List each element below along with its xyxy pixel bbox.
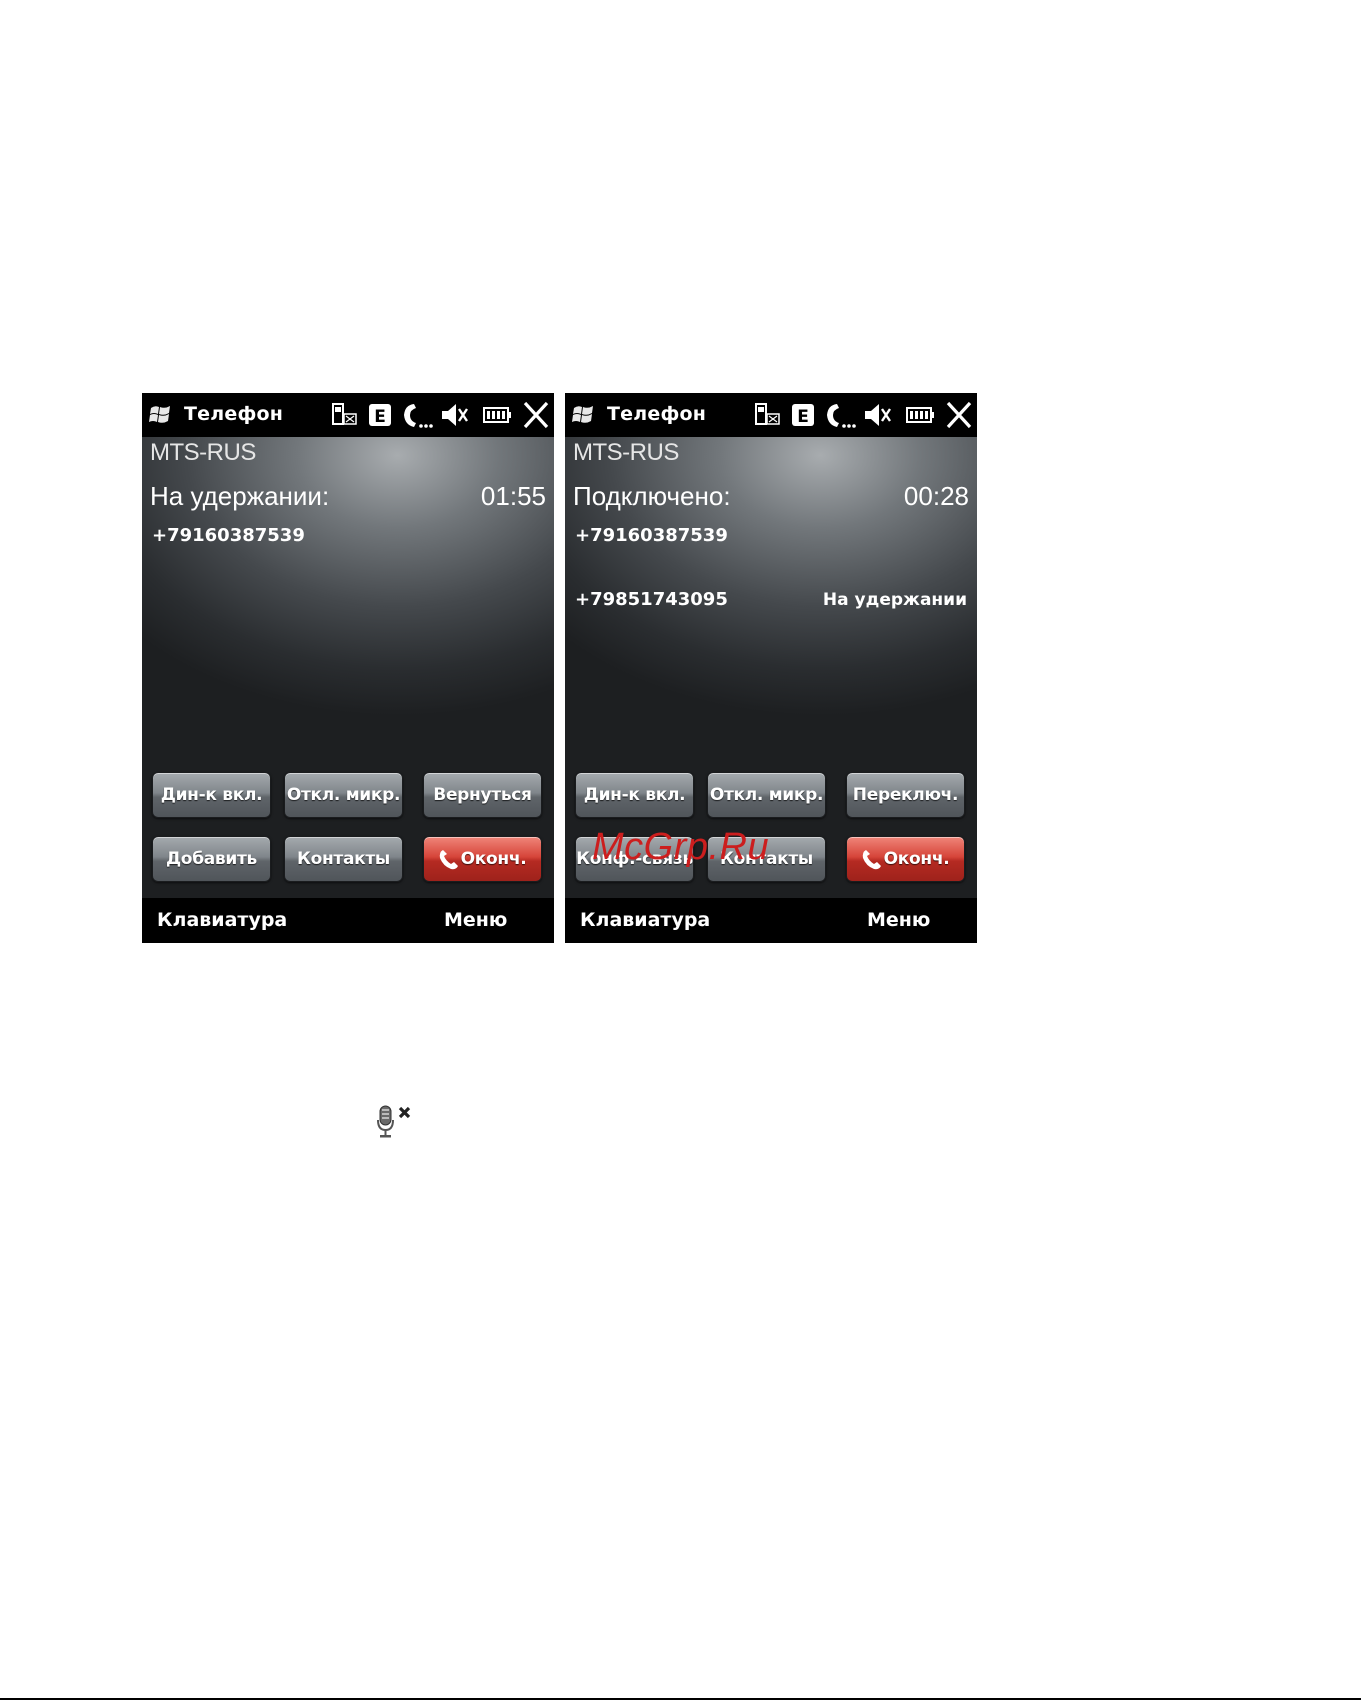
resume-button[interactable]: Вернуться (423, 772, 542, 818)
softkey-menu[interactable]: Меню (444, 909, 507, 931)
close-icon[interactable] (943, 399, 975, 431)
held-call-status: На удержании (822, 590, 967, 610)
speaker-button[interactable]: Дин-к вкл. (152, 772, 271, 818)
add-call-button[interactable]: Добавить (152, 836, 271, 882)
end-call-label: Оконч. (460, 849, 527, 869)
speaker-muted-icon[interactable] (861, 399, 893, 431)
status-icons: E (330, 399, 552, 431)
title-bar: Телефон E (565, 393, 977, 437)
edge-icon: E (792, 404, 814, 427)
microphone-muted-icon (377, 1105, 411, 1138)
held-call-number: +79851743095 (575, 589, 728, 610)
operator-name: MTS-RUS (150, 439, 256, 466)
contacts-button[interactable]: Контакты (284, 836, 403, 882)
phone-handset-icon (862, 850, 881, 870)
svg-text:E: E (797, 407, 809, 427)
end-call-label: Оконч. (883, 849, 950, 869)
call-number: +79160387539 (152, 525, 305, 546)
end-call-button[interactable]: Оконч. (846, 836, 965, 882)
app-title: Телефон (184, 403, 284, 425)
phone-screen-on-hold: Телефон E MTS-RUS На удержании: 01:55 +7… (142, 393, 554, 943)
speaker-muted-icon[interactable] (438, 399, 470, 431)
speaker-button[interactable]: Дин-к вкл. (575, 772, 694, 818)
call-active-icon[interactable] (823, 399, 857, 431)
call-timer: 01:55 (480, 481, 546, 511)
call-state: Подключено: (573, 481, 731, 511)
call-number: +79160387539 (575, 525, 728, 546)
call-state: На удержании: (150, 481, 330, 511)
mute-button[interactable]: Откл. микр. (707, 772, 826, 818)
svg-text:E: E (374, 407, 386, 427)
windows-start-icon[interactable] (571, 402, 597, 428)
battery-icon (906, 407, 934, 423)
title-bar: Телефон E (142, 393, 554, 437)
soft-key-bar: Клавиатура Меню (142, 898, 554, 943)
call-timer: 00:28 (903, 481, 969, 511)
end-call-button[interactable]: Оконч. (423, 836, 542, 882)
swap-button[interactable]: Переключ. (846, 772, 965, 818)
sim-signal-icon[interactable] (753, 399, 783, 431)
edge-icon: E (369, 404, 391, 427)
mute-button[interactable]: Откл. микр. (284, 772, 403, 818)
softkey-keyboard[interactable]: Клавиатура (157, 909, 287, 931)
softkey-menu[interactable]: Меню (867, 909, 930, 931)
sim-signal-icon[interactable] (330, 399, 360, 431)
close-icon[interactable] (520, 399, 552, 431)
soft-key-bar: Клавиатура Меню (565, 898, 977, 943)
status-icons: E (753, 399, 975, 431)
watermark: McGrp.Ru (592, 826, 770, 868)
call-active-icon[interactable] (400, 399, 434, 431)
phone-handset-icon (439, 850, 458, 870)
operator-name: MTS-RUS (573, 439, 679, 466)
call-screen: MTS-RUS На удержании: 01:55 +79160387539… (142, 437, 554, 898)
windows-start-icon[interactable] (148, 402, 174, 428)
app-title: Телефон (607, 403, 707, 425)
battery-icon (483, 407, 511, 423)
page-bottom-rule (0, 1698, 1361, 1700)
softkey-keyboard[interactable]: Клавиатура (580, 909, 710, 931)
